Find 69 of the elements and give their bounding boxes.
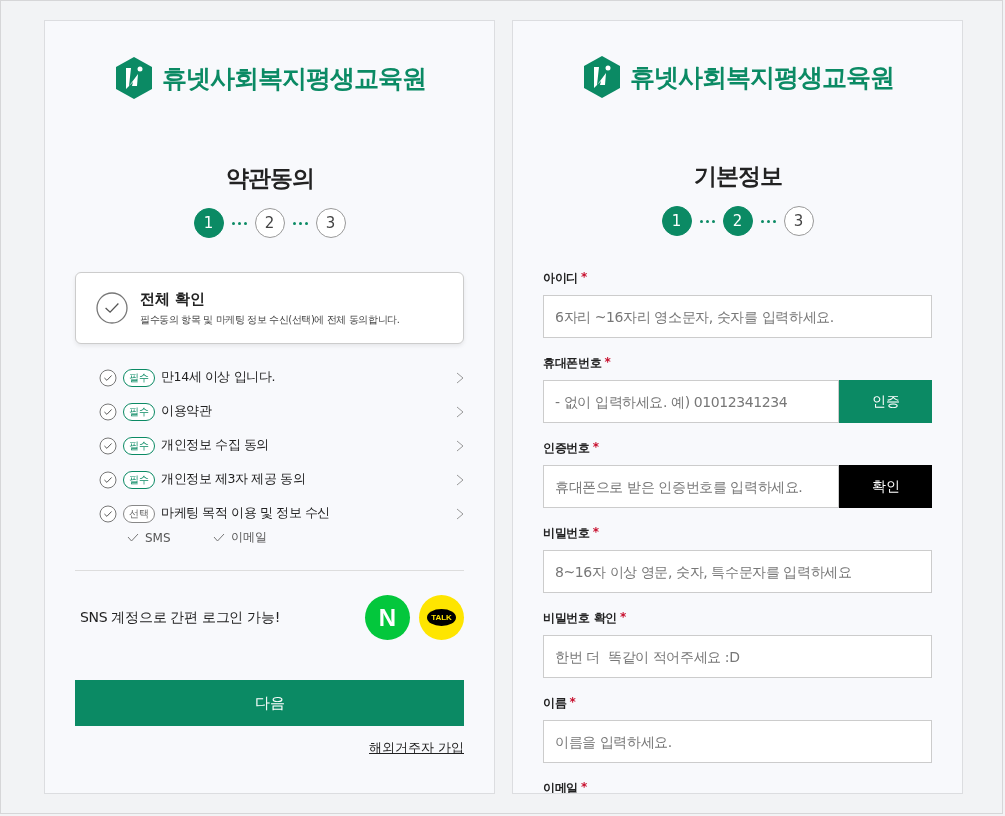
field-label: 비밀번호 확인 bbox=[543, 610, 618, 627]
term-label: 마케팅 목적 이용 및 정보 수신 bbox=[161, 505, 332, 522]
optional-tag: 선택 bbox=[123, 504, 155, 523]
term-label: 개인정보 제3자 제공 동의 bbox=[161, 471, 307, 488]
field-label: 아이디 bbox=[543, 270, 579, 287]
dots-icon bbox=[231, 221, 247, 225]
checkbox[interactable] bbox=[99, 402, 117, 421]
channel-label: 이메일 bbox=[230, 529, 267, 546]
chevron-right-icon[interactable] bbox=[456, 405, 464, 418]
checkbox[interactable] bbox=[96, 292, 128, 324]
field-label: 비밀번호 bbox=[543, 525, 590, 542]
chevron-right-icon[interactable] bbox=[456, 473, 464, 486]
step-indicator: 2 bbox=[254, 208, 285, 238]
chevron-right-icon[interactable] bbox=[456, 371, 464, 384]
required-tag: 필수 bbox=[123, 436, 155, 455]
required-mark: * bbox=[569, 695, 576, 711]
dots-icon bbox=[699, 219, 715, 223]
channel-label: SMS bbox=[145, 530, 171, 545]
agree-title: 전체 확인 bbox=[140, 289, 207, 309]
kakao-login-button[interactable]: TALK bbox=[419, 595, 464, 640]
verify-button[interactable]: 인증 bbox=[839, 380, 932, 423]
input-field[interactable]: 8~16자 이상 영문, 숫자, 특수문자를 입력하세요 bbox=[543, 550, 932, 593]
logo-icon bbox=[581, 55, 622, 99]
logo-text: 휴넷사회복지평생교육원 bbox=[629, 61, 894, 94]
required-mark: * bbox=[581, 780, 588, 793]
required-mark: * bbox=[592, 440, 599, 456]
step-indicator: 2 bbox=[722, 206, 753, 236]
step-indicator: 1 bbox=[661, 206, 692, 236]
checkbox[interactable] bbox=[99, 504, 117, 523]
input-field[interactable]: 이름을 입력하세요. bbox=[543, 720, 932, 763]
agree-description: 필수동의 항목 및 마케팅 정보 수신(선택)에 전체 동의합니다. bbox=[140, 312, 400, 327]
logo-icon bbox=[113, 56, 154, 100]
dots-icon bbox=[760, 219, 776, 223]
field-label: 인증번호 bbox=[543, 440, 590, 457]
required-tag: 필수 bbox=[123, 402, 155, 421]
step-indicator: 1 bbox=[193, 208, 224, 238]
required-mark: * bbox=[620, 610, 627, 626]
input-field[interactable]: 휴대폰으로 받은 인증번호를 입력하세요. bbox=[543, 465, 839, 508]
field-label: 휴대폰번호 bbox=[543, 355, 602, 372]
check-icon[interactable] bbox=[127, 533, 139, 542]
agree-all-card[interactable]: 전체 확인 필수동의 항목 및 마케팅 정보 수신(선택)에 전체 동의합니다. bbox=[75, 272, 464, 344]
checkbox[interactable] bbox=[99, 436, 117, 455]
page-title: 기본정보 bbox=[693, 162, 782, 191]
required-tag: 필수 bbox=[123, 470, 155, 489]
input-field[interactable]: 한번 더 똑같이 적어주세요 :D bbox=[543, 635, 932, 678]
confirm-button[interactable]: 확인 bbox=[839, 465, 932, 508]
step-indicator: 3 bbox=[315, 208, 346, 238]
required-tag: 필수 bbox=[123, 368, 155, 387]
page-title: 약관동의 bbox=[225, 164, 314, 193]
term-label: 만14세 이상 입니다. bbox=[161, 369, 277, 386]
required-mark: * bbox=[581, 270, 588, 286]
required-mark: * bbox=[592, 525, 599, 541]
sns-text: SNS 계정으로 간편 로그인 가능! bbox=[80, 608, 281, 627]
step-indicator: 3 bbox=[783, 206, 814, 236]
term-label: 이용약관 bbox=[161, 403, 213, 420]
field-label: 이름 bbox=[543, 695, 567, 712]
check-icon[interactable] bbox=[212, 533, 225, 542]
chevron-right-icon[interactable] bbox=[456, 507, 464, 520]
input-field[interactable]: 6자리 ~16자리 영소문자, 숫자를 입력하세요. bbox=[543, 295, 932, 338]
required-mark: * bbox=[604, 355, 611, 371]
next-button[interactable]: 다음 bbox=[75, 680, 464, 726]
chevron-right-icon[interactable] bbox=[456, 439, 464, 452]
input-field[interactable]: - 없이 입력하세요. 예) 01012341234 bbox=[543, 380, 839, 423]
overseas-signup-link[interactable]: 해외거주자 가입 bbox=[369, 740, 464, 757]
dots-icon bbox=[292, 221, 308, 225]
term-label: 개인정보 수집 동의 bbox=[161, 437, 270, 454]
checkbox[interactable] bbox=[99, 470, 117, 489]
checkbox[interactable] bbox=[99, 368, 117, 387]
logo-text: 휴넷사회복지평생교육원 bbox=[161, 62, 426, 95]
